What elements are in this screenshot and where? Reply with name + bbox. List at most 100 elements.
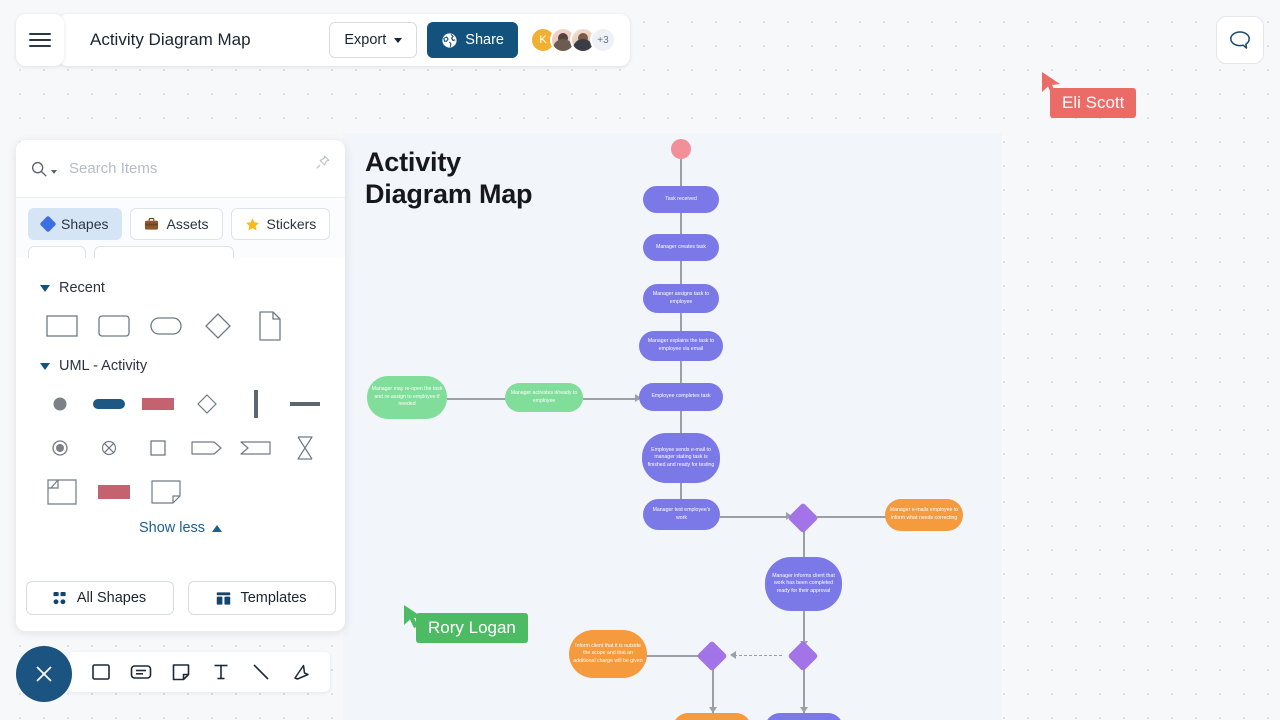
shape-action-bar-navy[interactable]	[85, 382, 134, 426]
cursor-label-eli-scott: Eli Scott	[1050, 88, 1137, 118]
node-label: Manager activates it/ready to employee	[510, 389, 578, 404]
diagram-node-manager-assigns-task[interactable]: Manager assigns task to employee	[643, 284, 719, 313]
group-header-recent[interactable]: Recent	[40, 280, 329, 296]
diagram-node-manager-tests-work[interactable]: Manager test employee's work	[643, 499, 720, 530]
pin-icon[interactable]	[314, 154, 331, 176]
diagram-node-manager-explains-task[interactable]: Manager explains the task to employee vi…	[639, 331, 723, 361]
line-tool[interactable]	[250, 661, 272, 683]
shape-hourglass-time-event[interactable]	[280, 426, 329, 470]
templates-button[interactable]: Templates	[187, 581, 336, 615]
share-button-label: Share	[465, 32, 504, 48]
shape-final-node-ring[interactable]	[36, 426, 85, 470]
tab-shapes[interactable]: Shapes	[28, 208, 123, 240]
diagram-node-decision-1[interactable]	[787, 502, 819, 534]
hamburger-menu-button[interactable]	[16, 14, 64, 66]
shape-initial-node[interactable]	[36, 382, 85, 426]
diagram-node-start[interactable]	[671, 139, 691, 159]
diagram-node-manager-creates-task[interactable]: Manager creates task	[643, 234, 719, 261]
shape-partition-box[interactable]	[36, 470, 88, 514]
node-label: Manager may re-open the task and re-assi…	[371, 386, 443, 408]
line-tool-icon	[253, 664, 269, 680]
node-label: Manager creates task	[656, 243, 706, 250]
shape-rectangle[interactable]	[36, 304, 88, 348]
diagram-node-employee-sends-email[interactable]: Employee sends e-mail to manager stating…	[642, 433, 720, 483]
diagram-node-manager-activates[interactable]: Manager activates it/ready to employee	[505, 383, 583, 412]
diagram-node-manager-emails-employee[interactable]: Manager e-mails employee to inform what …	[885, 499, 963, 531]
diagram-node-inform-client-outside-scope[interactable]: Inform client that it is outside the sco…	[569, 630, 647, 678]
shape-document-page[interactable]	[244, 304, 296, 348]
shape-row-recent	[32, 304, 329, 348]
chevron-down-icon	[394, 37, 403, 43]
node-label: Manager assigns task to employee	[652, 290, 710, 305]
diagram-node-task-received[interactable]: Task received	[643, 186, 719, 213]
shapes-panel: Shapes Assets Stickers	[16, 140, 345, 631]
edge-d3-to-d2-dashed	[734, 655, 782, 656]
subtab-partial-b[interactable]	[94, 246, 234, 258]
collaborator-avatar-group[interactable]: K +3	[530, 27, 616, 53]
diagram-node-manager-may-reopen[interactable]: Manager may re-open the task and re-assi…	[367, 376, 447, 419]
group-header-uml-activity-label: UML - Activity	[59, 358, 148, 374]
search-icon[interactable]	[30, 160, 57, 178]
shape-note-page[interactable]	[140, 470, 192, 514]
text-tool[interactable]	[210, 661, 232, 683]
shape-send-signal[interactable]	[182, 426, 231, 470]
card-tool-icon	[130, 665, 152, 679]
shape-stadium[interactable]	[140, 304, 192, 348]
shape-receive-signal[interactable]	[231, 426, 280, 470]
shape-diamond[interactable]	[192, 304, 244, 348]
container-tool[interactable]	[130, 661, 152, 683]
diagram-node-decision-3[interactable]	[787, 640, 819, 672]
text-tool-icon	[214, 664, 228, 680]
cursor-name: Eli Scott	[1062, 93, 1125, 112]
cursor-pointer-eli-scott	[1042, 72, 1060, 95]
shape-row-uml-1	[32, 382, 329, 426]
shape-object-square[interactable]	[134, 426, 183, 470]
diagram-node-decision-2[interactable]	[696, 640, 728, 672]
search-input[interactable]	[69, 160, 331, 177]
subtab-partial-a[interactable]	[28, 246, 86, 258]
comment-bubble-icon	[1230, 31, 1250, 49]
cursor-pointer-rory-logan	[404, 605, 422, 628]
all-shapes-button[interactable]: All Shapes	[25, 581, 174, 615]
shape-activity-rect-red[interactable]	[88, 470, 140, 514]
shape-tool[interactable]	[90, 661, 112, 683]
diagram-node-employee-completes-task[interactable]: Employee completes task	[639, 383, 723, 411]
shape-library-scroll[interactable]: Recent UML - Activity Show less	[16, 258, 345, 536]
tab-stickers[interactable]: Stickers	[230, 208, 331, 240]
close-x-icon	[36, 666, 52, 682]
globe-icon	[442, 32, 457, 48]
cursor-name: Rory Logan	[428, 618, 516, 637]
app-root: Activity Diagram Map Task received Manag…	[0, 0, 1280, 720]
all-shapes-label: All Shapes	[76, 590, 147, 606]
close-panel-button[interactable]	[16, 646, 72, 702]
shape-flow-final-crossed-circle[interactable]	[85, 426, 134, 470]
chevron-down-icon	[40, 362, 50, 370]
diagram-node-manager-informs-client[interactable]: Manager informs client that work has bee…	[765, 557, 842, 611]
node-label: Employee completes task	[651, 393, 711, 400]
avatar-overflow-count[interactable]: +3	[590, 27, 616, 53]
templates-label: Templates	[240, 590, 307, 606]
shape-join-horizontal-bar[interactable]	[280, 382, 329, 426]
draw-tool[interactable]	[290, 661, 312, 683]
comment-button[interactable]	[1216, 16, 1264, 64]
shape-fork-vertical-bar[interactable]	[231, 382, 280, 426]
shape-decision-diamond[interactable]	[182, 382, 231, 426]
node-label: Inform client that it is outside the sco…	[573, 642, 643, 664]
document-title[interactable]: Activity Diagram Map	[90, 30, 251, 50]
diagram-node-make-necessary[interactable]: Make necessary	[673, 713, 751, 720]
note-tool[interactable]	[170, 661, 192, 683]
tab-assets-label: Assets	[166, 216, 209, 232]
pen-tool-icon	[294, 664, 309, 680]
blue-diamond-icon	[39, 215, 57, 233]
shape-action-rect-red[interactable]	[134, 382, 183, 426]
share-button[interactable]: Share	[427, 22, 518, 58]
show-less-button[interactable]: Show less	[32, 520, 329, 536]
panel-tabs: Shapes Assets Stickers	[16, 198, 345, 240]
node-label: Employee sends e-mail to manager stating…	[647, 446, 715, 468]
diagram-node-manager-invoices[interactable]: Manager invoices	[765, 713, 843, 720]
export-button[interactable]: Export	[329, 22, 418, 58]
arrowhead	[730, 651, 736, 659]
tab-assets[interactable]: Assets	[130, 208, 223, 240]
shape-rounded-rectangle[interactable]	[88, 304, 140, 348]
group-header-uml-activity[interactable]: UML - Activity	[40, 358, 329, 374]
